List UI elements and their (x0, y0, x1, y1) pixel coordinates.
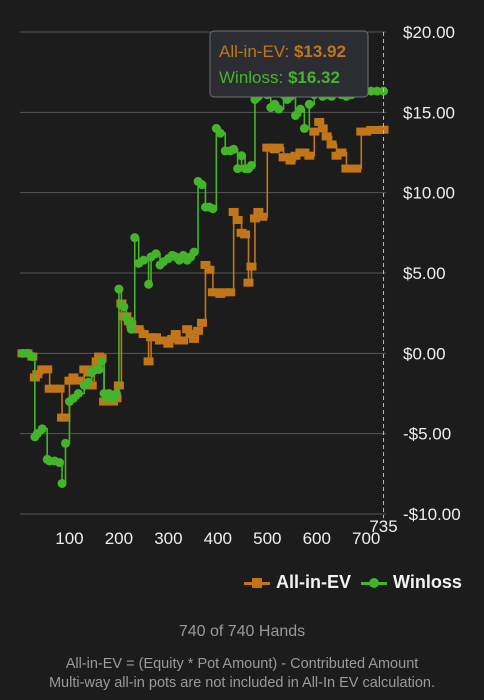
data-point[interactable] (240, 230, 251, 239)
data-point[interactable] (61, 438, 71, 448)
tooltip-row: All-in-EV: $13.92 (219, 42, 346, 61)
data-point[interactable] (193, 326, 204, 335)
data-point[interactable] (208, 204, 218, 214)
data-point[interactable] (304, 99, 314, 109)
data-point[interactable] (215, 128, 225, 138)
data-point[interactable] (189, 334, 200, 343)
x-tick-label: 200 (105, 529, 133, 548)
y-tick-label: -$10.00 (403, 505, 461, 524)
data-point[interactable] (225, 288, 236, 297)
x-tick-label: 100 (55, 529, 83, 548)
data-point[interactable] (111, 389, 121, 398)
data-point[interactable] (151, 249, 161, 259)
data-point[interactable] (27, 352, 37, 362)
series-line (22, 121, 385, 419)
y-tick-label: $10.00 (403, 184, 455, 203)
data-point[interactable] (97, 356, 107, 366)
legend: All-in-EV Winloss (244, 572, 462, 593)
legend-label-winloss: Winloss (393, 572, 462, 592)
footnotes: All-in-EV = (Equity * Pot Amount) - Cont… (0, 655, 484, 693)
series-line (22, 90, 384, 485)
legend-item-winloss[interactable]: Winloss (361, 572, 462, 593)
tooltip: All-in-EV: $13.92 Winloss: $16.32 (209, 30, 369, 98)
data-point[interactable] (73, 389, 83, 398)
data-point[interactable] (246, 262, 257, 271)
data-point[interactable] (317, 124, 328, 133)
data-point[interactable] (257, 212, 268, 221)
grid-lines (20, 31, 386, 515)
multiway-note: Multi-way all-in pots are not included i… (48, 675, 436, 691)
y-tick-label: $0.00 (403, 344, 446, 363)
data-point[interactable] (94, 364, 104, 374)
hands-count: 740 of 740 Hands (178, 623, 306, 640)
x-tick-label: 600 (303, 529, 331, 548)
tooltip-row: Winloss: $16.32 (219, 68, 340, 87)
data-point[interactable] (321, 132, 332, 141)
data-point[interactable] (243, 278, 254, 287)
data-point[interactable] (124, 316, 134, 326)
data-point[interactable] (304, 151, 315, 160)
x-tick-label: 400 (204, 529, 232, 548)
series-all-in-ev (17, 117, 389, 422)
data-point[interactable] (204, 265, 215, 274)
data-point[interactable] (336, 148, 347, 157)
data-point[interactable] (114, 284, 124, 294)
data-point[interactable] (144, 279, 154, 289)
y-tick-label: $20.00 (403, 23, 455, 42)
ev-formula-note: All-in-EV = (Equity * Pot Amount) - Cont… (65, 656, 419, 672)
data-point[interactable] (57, 478, 67, 488)
crosshair: 735 (369, 32, 398, 536)
data-point[interactable] (42, 365, 53, 374)
tooltip-box (209, 30, 369, 98)
data-point[interactable] (54, 384, 65, 393)
data-point[interactable] (299, 123, 309, 133)
data-point[interactable] (55, 458, 65, 468)
x-tick-label: 300 (154, 529, 182, 548)
legend-item-all-in-ev[interactable]: All-in-EV (244, 572, 351, 593)
series-layer (17, 86, 389, 488)
data-point[interactable] (83, 377, 93, 387)
data-point[interactable] (143, 357, 154, 366)
chart[interactable]: $20.00 $15.00 $10.00 $5.00 $0.00 -$5.00 -$10.0… (0, 0, 484, 560)
crosshair-label: 735 (369, 517, 397, 536)
all-in-ev-swatch-icon (244, 576, 270, 590)
data-point[interactable] (232, 215, 243, 224)
data-point[interactable] (326, 140, 337, 149)
data-point[interactable] (295, 104, 305, 114)
data-point[interactable] (130, 233, 140, 243)
y-tick-label: $5.00 (403, 264, 446, 283)
data-point[interactable] (351, 164, 362, 173)
y-tick-label: $15.00 (403, 103, 455, 122)
data-point[interactable] (237, 151, 247, 161)
data-point[interactable] (197, 318, 208, 327)
data-point[interactable] (37, 424, 47, 434)
y-tick-label: -$5.00 (403, 425, 451, 444)
data-point[interactable] (274, 104, 284, 114)
data-point[interactable] (197, 180, 207, 190)
data-point[interactable] (189, 247, 199, 257)
data-point[interactable] (273, 143, 284, 152)
data-point[interactable] (246, 160, 256, 170)
winloss-swatch-icon (361, 576, 387, 590)
data-point[interactable] (228, 207, 239, 216)
x-tick-label: 500 (253, 529, 281, 548)
data-point[interactable] (126, 324, 136, 334)
data-point[interactable] (119, 302, 129, 312)
legend-label-all-in-ev: All-in-EV (276, 572, 351, 592)
data-point[interactable] (229, 144, 239, 154)
